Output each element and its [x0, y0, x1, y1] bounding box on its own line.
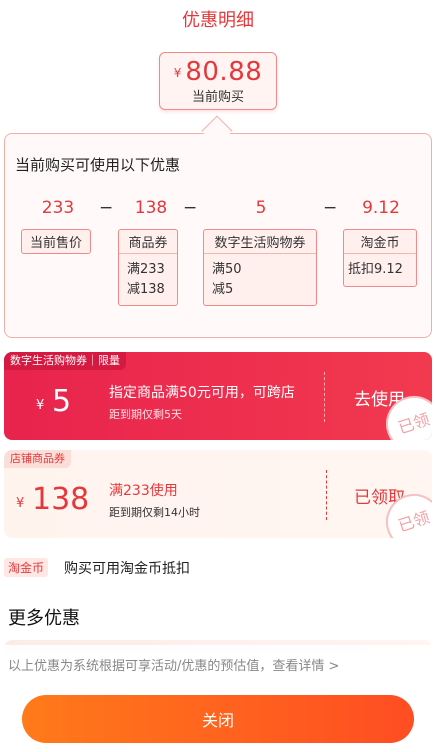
discount-breakdown-panel: 当前购买可使用以下优惠 233 − 138 − 5 − 9.12 当前售价 商品… [4, 133, 432, 338]
minus-sign: − [323, 198, 338, 218]
coupon-amount: 138 [32, 482, 90, 517]
taojinbi-tag: 淘金币 [4, 558, 49, 577]
coupon-divider [326, 470, 327, 520]
coupon-currency: ¥ [16, 496, 25, 511]
coupon-currency: ¥ [36, 398, 45, 413]
coupon-type-label: 数字生活购物券｜限量 [4, 352, 126, 370]
coupon-expiry: 距到期仅剩14小时 [109, 506, 200, 519]
close-button[interactable]: 关闭 [22, 695, 414, 743]
breakdown-title: 当前购买可使用以下优惠 [15, 156, 181, 174]
price-value: 80.88 [185, 57, 263, 87]
breakdown-amount-price: 233 [41, 198, 75, 218]
more-offers-heading: 更多优惠 [8, 608, 80, 629]
tag-taojinbi: 淘金币 抵扣9.12 [343, 229, 417, 287]
price-caption: 当前购买 [191, 90, 244, 105]
breakdown-amount-store-coupon: 138 [134, 198, 168, 218]
coupon-card-store[interactable]: 店铺商品券 ¥ 138 满233使用 距到期仅剩14小时 已领取 已领 [4, 450, 432, 538]
minus-sign: − [183, 198, 198, 218]
tag-digital-coupon: 数字生活购物券 满50 减5 [203, 229, 317, 306]
estimate-disclaimer-link[interactable]: 以上优惠为系统根据可享活动/优惠的预估值，查看详情 > [8, 655, 339, 674]
taojinbi-text: 购买可用淘金币抵扣 [64, 561, 190, 577]
coupon-condition: 满233使用 [109, 483, 178, 499]
coupon-divider [324, 372, 325, 422]
coupon-expiry: 距到期仅剩5天 [109, 408, 182, 421]
breakdown-amount-coins: 9.12 [362, 198, 400, 218]
page-title: 优惠明细 [182, 10, 254, 31]
coupon-card-digital[interactable]: 数字生活购物券｜限量 ¥ 5 指定商品满50元可用，可跨店 距到期仅剩5天 去使… [4, 352, 432, 440]
coupon-type-label: 店铺商品券 [4, 450, 71, 468]
coupon-condition: 指定商品满50元可用，可跨店 [109, 385, 295, 401]
tag-store-coupon: 商品券 满233 减138 [118, 229, 178, 306]
minus-sign: − [99, 198, 114, 218]
coupon-amount: 5 [52, 384, 72, 419]
breakdown-amount-digital-coupon: 5 [255, 198, 267, 218]
current-price-box: ¥80.88 当前购买 [159, 52, 277, 110]
price-currency: ¥ [173, 66, 182, 80]
tag-current-price: 当前售价 [21, 229, 91, 254]
